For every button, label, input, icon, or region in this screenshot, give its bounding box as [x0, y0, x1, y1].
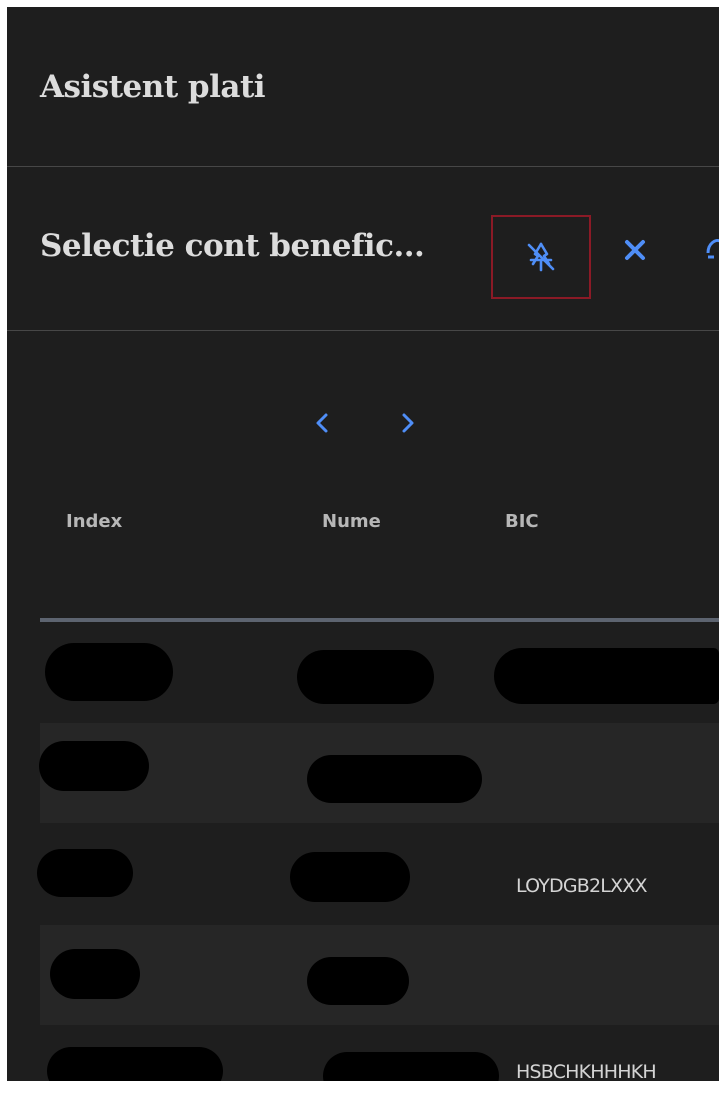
- header-divider: [7, 166, 719, 167]
- redacted-index: [37, 849, 133, 897]
- partial-icon-button[interactable]: [706, 225, 719, 275]
- chevron-left-icon: [316, 413, 328, 433]
- redacted-index: [50, 949, 140, 999]
- column-header-bic[interactable]: BIC: [505, 511, 539, 532]
- close-button[interactable]: [613, 225, 657, 275]
- redacted-name: [307, 755, 482, 803]
- app-title: Asistent plati: [40, 69, 266, 105]
- redacted-name: [290, 852, 410, 902]
- redacted-name: [323, 1052, 499, 1081]
- column-header-index[interactable]: Index: [66, 511, 122, 532]
- dialog-divider: [7, 330, 719, 331]
- redacted-name: [307, 957, 409, 1005]
- payment-assistant-panel: Asistent plati Selectie cont benefic...: [7, 7, 719, 1081]
- redacted-name: [297, 650, 434, 704]
- redacted-bic: [494, 648, 719, 704]
- column-header-nume[interactable]: Nume: [322, 511, 381, 532]
- redacted-index: [47, 1047, 223, 1081]
- chevron-right-icon: [402, 413, 414, 433]
- unpin-button[interactable]: [491, 215, 591, 299]
- close-icon: [625, 240, 645, 260]
- bic-cell: HSBCHKHHHKH: [516, 1061, 657, 1081]
- dialog-title: Selectie cont benefic...: [40, 228, 425, 264]
- unpin-icon: [527, 242, 555, 272]
- prev-page-button[interactable]: [307, 405, 337, 441]
- next-page-button[interactable]: [393, 405, 423, 441]
- partial-icon: [706, 239, 719, 259]
- bic-cell: LOYDGB2LXXX: [516, 875, 648, 897]
- redacted-index: [45, 643, 173, 701]
- redacted-index: [39, 741, 149, 791]
